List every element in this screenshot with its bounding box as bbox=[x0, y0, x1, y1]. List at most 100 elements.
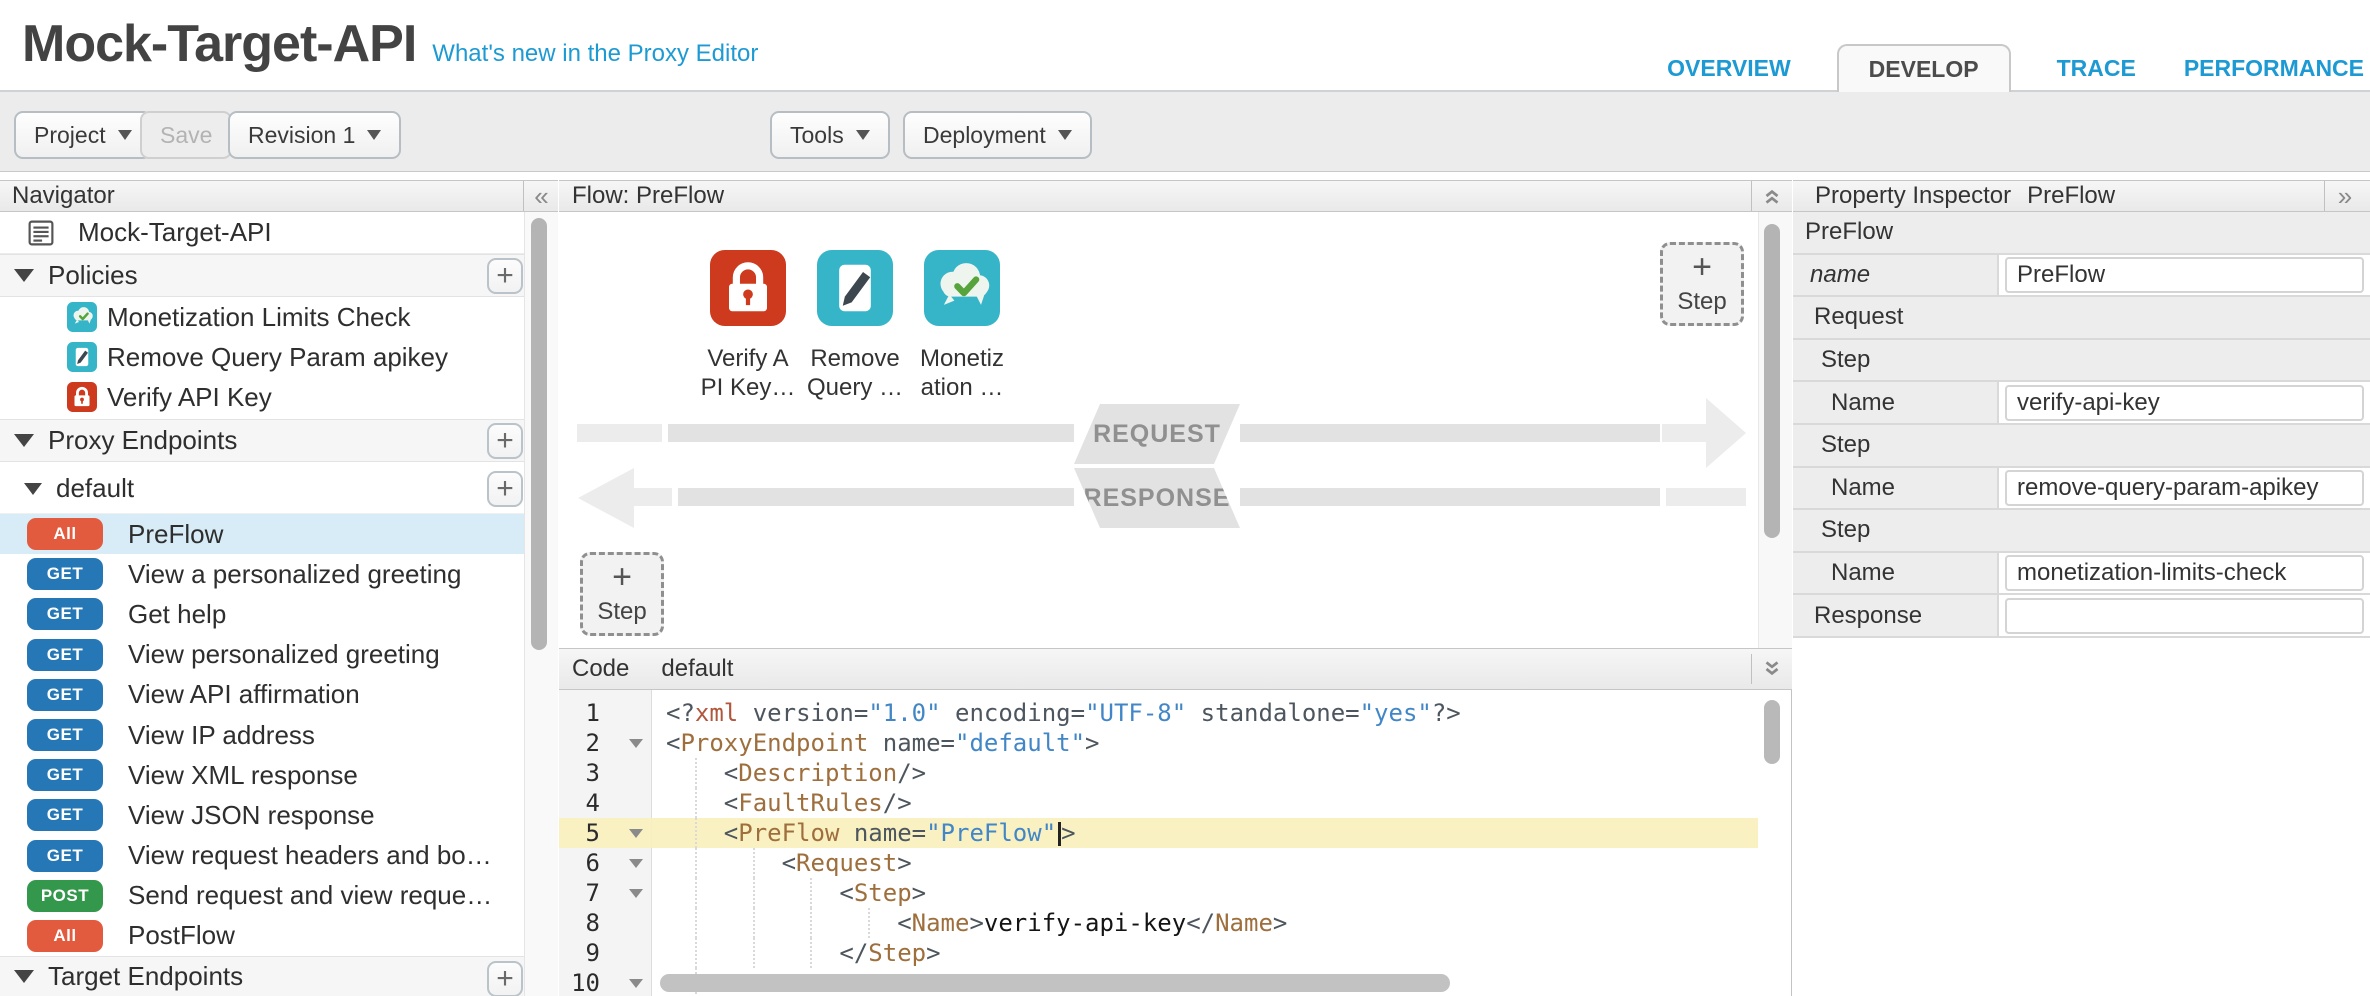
policy-item[interactable]: Remove Query Param apikey bbox=[0, 337, 524, 377]
code-token: "1.0" bbox=[868, 699, 940, 727]
flow-item[interactable]: AllPostFlow bbox=[0, 916, 524, 956]
save-button[interactable]: Save bbox=[140, 111, 232, 159]
code-line[interactable]: <PreFlow name="PreFlow"> bbox=[559, 818, 1758, 848]
code-token: > bbox=[926, 939, 940, 967]
inspector-section-row: Step bbox=[1793, 340, 2370, 383]
tab-performance[interactable]: PERFORMANCE bbox=[2182, 44, 2366, 92]
proxy-endpoints-section-header[interactable]: Proxy Endpoints + bbox=[0, 419, 524, 462]
collapse-down-icon[interactable] bbox=[1751, 654, 1792, 684]
code-line[interactable]: <Name>verify-api-key</Name> bbox=[559, 908, 1758, 938]
tab-develop[interactable]: DEVELOP bbox=[1837, 44, 2011, 92]
flow-item[interactable]: AllPreFlow bbox=[0, 514, 524, 554]
code-panel-header: Code default bbox=[559, 648, 1792, 690]
code-tab-default[interactable]: default bbox=[661, 655, 733, 683]
code-vertical-scrollbar-thumb[interactable] bbox=[1764, 700, 1780, 764]
inspector-value-cell: verify-api-key bbox=[1999, 382, 2370, 423]
flow-item[interactable]: GETView XML response bbox=[0, 755, 524, 795]
proxy-endpoint-default-item[interactable]: default + bbox=[0, 464, 524, 514]
flow-policy-step[interactable]: Verify API Key… bbox=[710, 250, 786, 402]
code-token: > bbox=[1061, 819, 1075, 847]
code-line[interactable]: <Step> bbox=[559, 878, 1758, 908]
app-header: Mock-Target-API What's new in the Proxy … bbox=[0, 0, 2370, 90]
revision-label: Revision 1 bbox=[248, 122, 355, 149]
flow-item-label: View request headers and bo… bbox=[128, 840, 492, 871]
code-token: < bbox=[782, 849, 796, 877]
method-badge-get: GET bbox=[27, 799, 103, 831]
inspector-value-cell: monetization-limits-check bbox=[1999, 553, 2370, 594]
code-token: version= bbox=[738, 699, 868, 727]
code-token: name= bbox=[868, 729, 955, 757]
flow-item[interactable]: GETView a personalized greeting bbox=[0, 554, 524, 594]
code-line[interactable]: <FaultRules/> bbox=[559, 788, 1758, 818]
flow-policy-step[interactable]: Monetization … bbox=[924, 250, 1000, 402]
navigator-scrollbar-track[interactable] bbox=[524, 212, 558, 996]
inspector-value-input[interactable]: PreFlow bbox=[2005, 257, 2364, 293]
flow-scrollbar-thumb[interactable] bbox=[1764, 224, 1780, 538]
deployment-menu-button[interactable]: Deployment bbox=[903, 111, 1092, 159]
flow-item[interactable]: POSTSend request and view reque… bbox=[0, 876, 524, 916]
whats-new-link[interactable]: What's new in the Proxy Editor bbox=[432, 40, 758, 68]
policy-item[interactable]: Verify API Key bbox=[0, 377, 524, 417]
method-badge-all: All bbox=[27, 920, 103, 952]
code-line[interactable]: <Description/> bbox=[559, 758, 1758, 788]
inspector-value-input[interactable]: monetization-limits-check bbox=[2005, 555, 2364, 591]
project-menu-button[interactable]: Project bbox=[14, 111, 152, 159]
step-label: Step bbox=[1677, 288, 1726, 316]
code-token: > bbox=[1085, 729, 1099, 757]
add-step-button-request[interactable]: + Step bbox=[1660, 242, 1744, 326]
collapse-right-icon[interactable]: » bbox=[2324, 181, 2365, 211]
collapse-left-icon[interactable]: « bbox=[523, 181, 559, 211]
code-horizontal-scrollbar-thumb[interactable] bbox=[660, 974, 1450, 992]
flow-item[interactable]: GET View request headers and bo… bbox=[0, 836, 524, 876]
flow-item-label: View IP address bbox=[128, 720, 315, 751]
add-proxy-endpoint-button[interactable]: + bbox=[487, 423, 523, 459]
pencil-icon bbox=[817, 250, 893, 326]
collapse-up-icon[interactable] bbox=[1751, 181, 1792, 211]
revision-menu-button[interactable]: Revision 1 bbox=[228, 111, 401, 159]
lock-icon bbox=[710, 250, 786, 326]
nav-root-item[interactable]: Mock-Target-API bbox=[0, 212, 524, 254]
flow-item[interactable]: GETView API affirmation bbox=[0, 675, 524, 715]
response-arrowhead-icon bbox=[578, 468, 634, 528]
add-flow-button[interactable]: + bbox=[487, 471, 523, 507]
tab-overview[interactable]: OVERVIEW bbox=[1665, 44, 1793, 92]
policies-section-header[interactable]: Policies + bbox=[0, 254, 524, 297]
inspector-property-label: Name bbox=[1793, 382, 1999, 423]
navigator-panel: Mock-Target-API Policies + Monetization … bbox=[0, 212, 558, 996]
add-policy-button[interactable]: + bbox=[487, 258, 523, 294]
flow-item[interactable]: GETGet help bbox=[0, 594, 524, 634]
code-lines[interactable]: <?xml version="1.0" encoding="UTF-8" sta… bbox=[559, 698, 1758, 996]
navigator-scrollbar-thumb[interactable] bbox=[531, 218, 547, 650]
tools-menu-button[interactable]: Tools bbox=[770, 111, 890, 159]
tab-trace[interactable]: TRACE bbox=[2055, 44, 2138, 92]
add-step-button-response[interactable]: + Step bbox=[580, 552, 664, 636]
inspector-property-label: Name bbox=[1793, 553, 1999, 594]
cloud-check-icon bbox=[924, 250, 1000, 326]
flow-policy-step[interactable]: RemoveQuery … bbox=[817, 250, 893, 402]
inspector-value-input[interactable]: remove-query-param-apikey bbox=[2005, 470, 2364, 506]
chevron-down-icon bbox=[367, 130, 381, 140]
flow-item[interactable]: GETView personalized greeting bbox=[0, 635, 524, 675]
inspector-value-cell: remove-query-param-apikey bbox=[1999, 468, 2370, 509]
method-badge-get: GET bbox=[27, 840, 103, 872]
code-line[interactable]: </Step> bbox=[559, 938, 1758, 968]
flow-item[interactable]: GETView JSON response bbox=[0, 795, 524, 835]
target-endpoints-section-header[interactable]: Target Endpoints + bbox=[0, 956, 524, 996]
code-token: "yes" bbox=[1360, 699, 1432, 727]
navigator-title: Navigator bbox=[12, 182, 115, 210]
code-line[interactable]: <Request> bbox=[559, 848, 1758, 878]
flow-panel-header: Flow: PreFlow bbox=[559, 180, 1792, 212]
inspector-value-input[interactable]: verify-api-key bbox=[2005, 385, 2364, 421]
code-token: "PreFlow" bbox=[926, 819, 1056, 847]
code-token: verify-api-key bbox=[984, 909, 1186, 937]
response-band bbox=[1240, 488, 1660, 506]
code-line[interactable]: <ProxyEndpoint name="default"> bbox=[559, 728, 1758, 758]
flow-item[interactable]: GETView IP address bbox=[0, 715, 524, 755]
code-line[interactable]: <?xml version="1.0" encoding="UTF-8" sta… bbox=[559, 698, 1758, 728]
code-token: standalone= bbox=[1186, 699, 1359, 727]
indent-guide bbox=[666, 908, 724, 938]
inspector-value-input[interactable] bbox=[2005, 598, 2364, 634]
policy-item[interactable]: Monetization Limits Check bbox=[0, 297, 524, 337]
tools-label: Tools bbox=[790, 122, 844, 149]
add-target-endpoint-button[interactable]: + bbox=[487, 961, 523, 996]
